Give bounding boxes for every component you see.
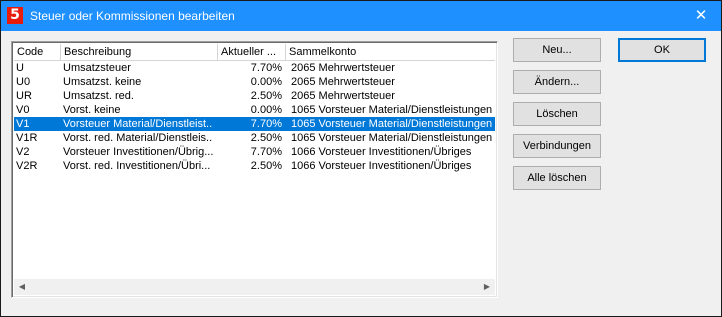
list-header: Code Beschreibung Aktueller ... Sammelko… xyxy=(14,44,495,61)
dialog-window: 5 Steuer oder Kommissionen bearbeiten ✕ … xyxy=(0,0,722,317)
table-row[interactable]: V1R Vorst. red. Material/Dienstleis... 2.5… xyxy=(14,131,495,145)
row-rate: 0.00% xyxy=(250,76,282,88)
app-icon: 5 xyxy=(7,7,23,24)
row-account: 1066 Vorsteuer Investitionen/Übriges xyxy=(291,160,472,172)
row-account: 1065 Vorsteuer Material/Dienstleistungen xyxy=(291,104,493,116)
title-bar[interactable]: 5 Steuer oder Kommissionen bearbeiten ✕ xyxy=(1,1,721,31)
row-account: 1065 Vorsteuer Material/Dienstleistungen xyxy=(291,118,493,130)
row-rate: 0.00% xyxy=(250,104,282,116)
column-header-description[interactable]: Beschreibung xyxy=(61,44,218,60)
tax-list[interactable]: Code Beschreibung Aktueller ... Sammelko… xyxy=(11,41,498,298)
row-code: U0 xyxy=(16,76,31,88)
scroll-left-icon[interactable]: ◀ xyxy=(14,279,30,295)
row-description: Umsatzst. keine xyxy=(63,76,142,88)
change-button[interactable]: Ändern... xyxy=(513,70,601,94)
table-row[interactable]: V2 Vorsteuer Investitionen/Übrig... 7.70% 1… xyxy=(14,145,495,159)
column-header-rate[interactable]: Aktueller ... xyxy=(218,44,286,60)
row-code: V1 xyxy=(16,118,30,130)
row-rate: 2.50% xyxy=(250,160,282,172)
scroll-right-icon[interactable]: ▶ xyxy=(479,279,495,295)
column-header-code[interactable]: Code xyxy=(14,44,61,60)
row-rate: 2.50% xyxy=(250,132,282,144)
row-code: UR xyxy=(16,90,32,102)
row-rate: 7.70% xyxy=(250,146,282,158)
row-account: 1065 Vorsteuer Material/Dienstleistungen xyxy=(291,132,493,144)
table-row[interactable]: V0 Vorst. keine 0.00% 1065 Vorsteuer Materi… xyxy=(14,103,495,117)
row-account: 2065 Mehrwertsteuer xyxy=(291,76,395,88)
row-code: V1R xyxy=(16,132,38,144)
row-rate: 2.50% xyxy=(250,90,282,102)
table-row[interactable]: V1 Vorsteuer Material/Dienstleist... 7.70%… xyxy=(14,117,495,131)
row-code: V2 xyxy=(16,146,30,158)
row-description: Vorst. red. Investitionen/Übri... xyxy=(63,160,211,172)
table-row[interactable]: U0 Umsatzst. keine 0.00% 2065 Mehrwertsteue… xyxy=(14,75,495,89)
list-rows: U Umsatzsteuer 7.70% 2065 Mehrwertsteuer U0 U… xyxy=(14,61,495,173)
new-button[interactable]: Neu... xyxy=(513,38,601,62)
links-button[interactable]: Verbindungen xyxy=(513,134,601,158)
row-account: 2065 Mehrwertsteuer xyxy=(291,62,395,74)
row-description: Umsatzst. red. xyxy=(63,90,134,102)
table-row[interactable]: V2R Vorst. red. Investitionen/Übri... 2.50… xyxy=(14,159,495,173)
row-code: V2R xyxy=(16,160,38,172)
window-title: Steuer oder Kommissionen bearbeiten xyxy=(30,9,235,23)
close-icon[interactable]: ✕ xyxy=(683,2,719,30)
row-description: Vorst. keine xyxy=(63,104,121,116)
column-header-account[interactable]: Sammelkonto xyxy=(286,44,495,60)
row-account: 1066 Vorsteuer Investitionen/Übriges xyxy=(291,146,472,158)
row-rate: 7.70% xyxy=(250,62,282,74)
ok-button[interactable]: OK xyxy=(618,38,706,62)
row-description: Vorsteuer Material/Dienstleist... xyxy=(63,118,213,130)
delete-button[interactable]: Löschen xyxy=(513,102,601,126)
row-account: 2065 Mehrwertsteuer xyxy=(291,90,395,102)
table-row[interactable]: UR Umsatzst. red. 2.50% 2065 Mehrwertsteuer xyxy=(14,89,495,103)
delete-all-button[interactable]: Alle löschen xyxy=(513,166,601,190)
row-code: U xyxy=(16,62,24,74)
row-description: Vorst. red. Material/Dienstleis... xyxy=(63,132,213,144)
row-code: V0 xyxy=(16,104,30,116)
row-rate: 7.70% xyxy=(250,118,282,130)
row-description: Umsatzsteuer xyxy=(63,62,131,74)
row-description: Vorsteuer Investitionen/Übrig... xyxy=(63,146,213,158)
horizontal-scrollbar[interactable]: ◀ ▶ xyxy=(14,279,495,295)
table-row[interactable]: U Umsatzsteuer 7.70% 2065 Mehrwertsteuer xyxy=(14,61,495,75)
